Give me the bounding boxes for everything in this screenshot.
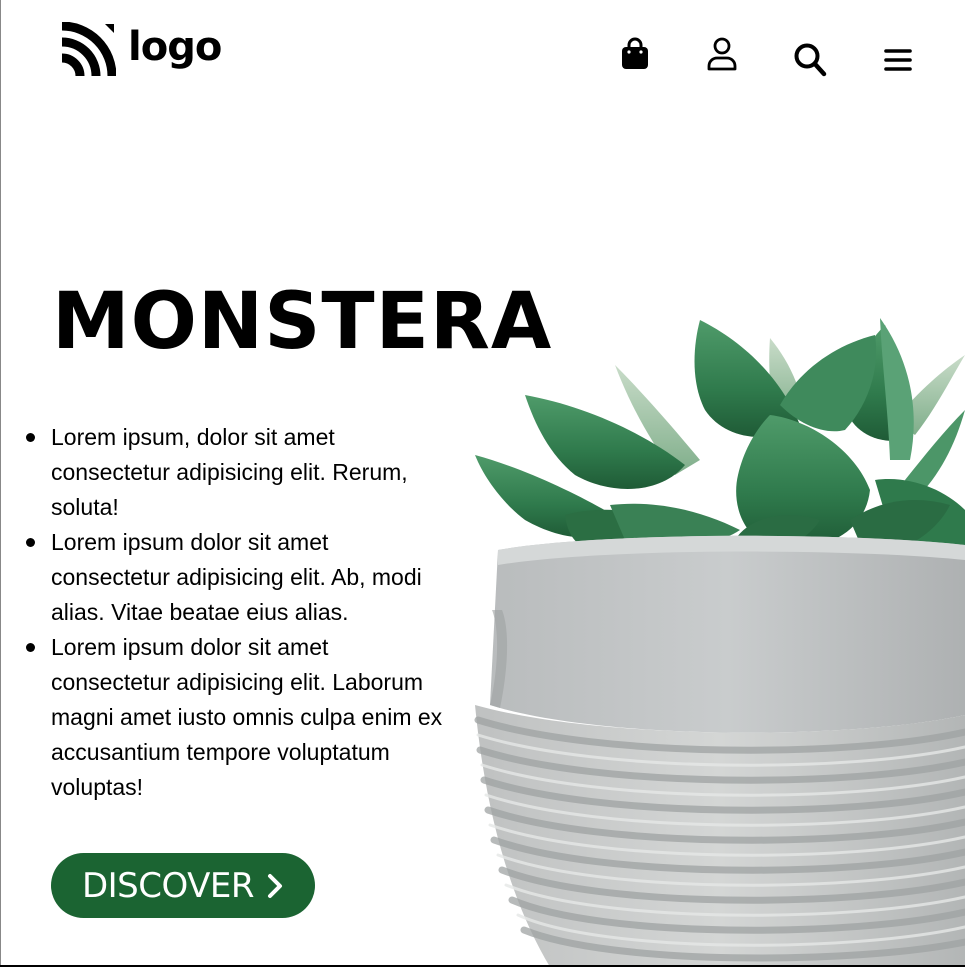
menu-icon[interactable] xyxy=(880,40,916,80)
discover-button-label: DISCOVER xyxy=(81,865,255,906)
logo-mark-icon xyxy=(60,22,116,78)
page: logo MONSTERA Lorem ipsum, dolor sit ame… xyxy=(0,0,965,967)
list-item: Lorem ipsum, dolor sit amet consectetur … xyxy=(26,420,451,525)
search-icon[interactable] xyxy=(792,40,828,80)
site-header: logo xyxy=(0,0,965,110)
shopping-bag-icon[interactable] xyxy=(617,34,653,74)
succulent-pot-image xyxy=(470,310,965,967)
logo[interactable]: logo xyxy=(60,22,222,78)
user-icon[interactable] xyxy=(704,34,740,74)
page-title: MONSTERA xyxy=(52,277,553,367)
feature-list: Lorem ipsum, dolor sit amet consectetur … xyxy=(26,420,451,805)
discover-button[interactable]: DISCOVER xyxy=(51,853,315,918)
logo-text: logo xyxy=(128,24,222,70)
chevron-right-icon xyxy=(266,873,284,899)
window-edge xyxy=(0,0,1,967)
list-item: Lorem ipsum dolor sit amet consectetur a… xyxy=(26,630,451,805)
list-item: Lorem ipsum dolor sit amet consectetur a… xyxy=(26,525,451,630)
